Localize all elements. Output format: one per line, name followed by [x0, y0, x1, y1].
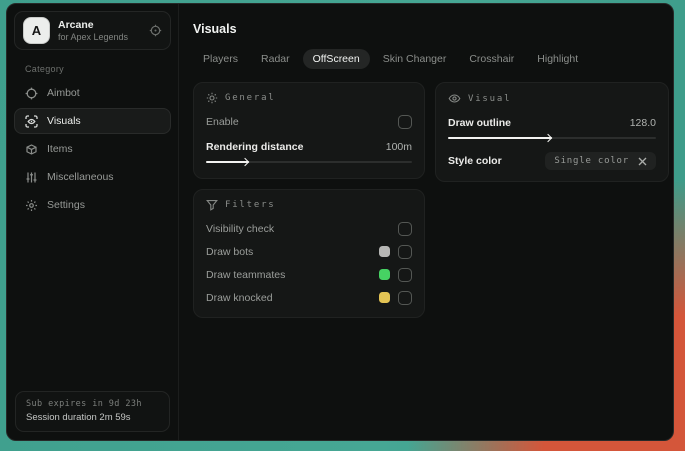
draw-knocked-label: Draw knocked: [206, 291, 273, 304]
draw-outline-row: Draw outline 128.0: [448, 114, 656, 131]
enable-checkbox[interactable]: [398, 114, 412, 129]
draw-bots-label: Draw bots: [206, 245, 254, 258]
slider-thumb[interactable]: [543, 133, 553, 142]
sidebar-item-miscellaneous[interactable]: Miscellaneous: [14, 164, 171, 190]
brand-text: Arcane for Apex Legends: [58, 19, 128, 42]
sidebar-item-settings[interactable]: Settings: [14, 192, 171, 218]
draw-teammates-color-swatch[interactable]: [379, 269, 390, 280]
style-color-label: Style color: [448, 155, 502, 167]
tab-highlight[interactable]: Highlight: [527, 49, 588, 69]
close-icon[interactable]: [638, 157, 647, 166]
panel-title: Visual: [468, 93, 512, 104]
draw-outline-slider[interactable]: [448, 133, 656, 143]
general-panel: General Enable Rendering distance 100m: [193, 82, 425, 179]
sidebar-nav: Aimbot Visuals Items Miscellaneous Setti…: [14, 80, 171, 218]
session-duration-text: Session duration 2m 59s: [26, 412, 131, 423]
sidebar-item-items[interactable]: Items: [14, 136, 171, 162]
slider-fill: [448, 137, 552, 139]
enable-row: Enable: [206, 113, 412, 130]
sidebar-item-label: Miscellaneous: [47, 171, 114, 183]
general-panel-header: General: [206, 92, 412, 104]
visibility-check-label: Visibility check: [206, 222, 275, 235]
app-window: A Arcane for Apex Legends Category Aimbo…: [6, 3, 674, 441]
sliders-icon: [25, 171, 38, 184]
sidebar-item-label: Items: [47, 143, 73, 155]
panels-area: General Enable Rendering distance 100m F…: [193, 82, 669, 318]
panel-title: General: [225, 93, 276, 103]
tab-offscreen[interactable]: OffScreen: [302, 49, 370, 69]
draw-bots-row: Draw bots: [206, 243, 412, 260]
page-title: Visuals: [193, 22, 237, 36]
sidebar-item-label: Settings: [47, 199, 85, 211]
tab-skin-changer[interactable]: Skin Changer: [373, 49, 457, 69]
slider-thumb[interactable]: [241, 157, 250, 166]
rendering-distance-slider[interactable]: [206, 157, 412, 167]
draw-knocked-row: Draw knocked: [206, 289, 412, 306]
tab-players[interactable]: Players: [193, 49, 248, 69]
visibility-check-row: Visibility check: [206, 220, 412, 237]
draw-outline-label: Draw outline: [448, 116, 512, 129]
sidebar-item-visuals[interactable]: Visuals: [14, 108, 171, 134]
draw-teammates-label: Draw teammates: [206, 268, 286, 281]
visual-panel-header: Visual: [448, 92, 656, 105]
draw-teammates-row: Draw teammates: [206, 266, 412, 283]
scan-eye-icon: [25, 114, 38, 128]
filters-panel: Filters Visibility check Draw bots Draw …: [193, 189, 425, 318]
tab-bar: Players Radar OffScreen Skin Changer Cro…: [193, 49, 669, 69]
style-color-select[interactable]: Single color: [545, 152, 656, 170]
funnel-icon: [206, 199, 218, 211]
style-color-row: Style color Single color: [448, 152, 656, 170]
target-icon[interactable]: [149, 24, 162, 37]
draw-bots-checkbox[interactable]: [398, 244, 412, 259]
sidebar-item-aimbot[interactable]: Aimbot: [14, 80, 171, 106]
draw-knocked-checkbox[interactable]: [398, 290, 412, 305]
style-color-selected-option: Single color: [554, 156, 629, 166]
crosshair-icon: [25, 87, 38, 100]
sub-expires-text: Sub expires in 9d 23h: [26, 399, 142, 409]
category-label: Category: [25, 64, 64, 74]
rendering-distance-row: Rendering distance 100m: [206, 138, 412, 155]
rendering-distance-value: 100m: [385, 140, 412, 153]
filters-panel-header: Filters: [206, 199, 412, 211]
draw-knocked-color-swatch[interactable]: [379, 292, 390, 303]
brand-card: A Arcane for Apex Legends: [14, 11, 171, 50]
brand-name: Arcane: [58, 19, 94, 31]
main-content: Visuals Players Radar OffScreen Skin Cha…: [179, 4, 673, 440]
tab-radar[interactable]: Radar: [251, 49, 300, 69]
session-card: Sub expires in 9d 23h Session duration 2…: [15, 391, 170, 432]
draw-outline-value: 128.0: [629, 116, 656, 129]
brand-subtitle: for Apex Legends: [58, 32, 129, 42]
enable-label: Enable: [206, 115, 239, 128]
sidebar: A Arcane for Apex Legends Category Aimbo…: [7, 4, 179, 440]
draw-bots-color-swatch[interactable]: [379, 246, 390, 257]
visibility-check-checkbox[interactable]: [398, 221, 412, 236]
sidebar-item-label: Visuals: [47, 115, 81, 127]
package-icon: [25, 143, 38, 156]
app-logo: A: [23, 17, 50, 44]
sun-icon: [206, 92, 218, 104]
sidebar-item-label: Aimbot: [47, 87, 80, 99]
gear-icon: [25, 199, 38, 212]
eye-icon: [448, 92, 461, 105]
tab-crosshair[interactable]: Crosshair: [459, 49, 524, 69]
draw-teammates-checkbox[interactable]: [398, 267, 412, 282]
panel-title: Filters: [225, 200, 276, 210]
rendering-distance-label: Rendering distance: [206, 140, 304, 153]
visual-panel: Visual Draw outline 128.0 Style color Si…: [435, 82, 669, 182]
